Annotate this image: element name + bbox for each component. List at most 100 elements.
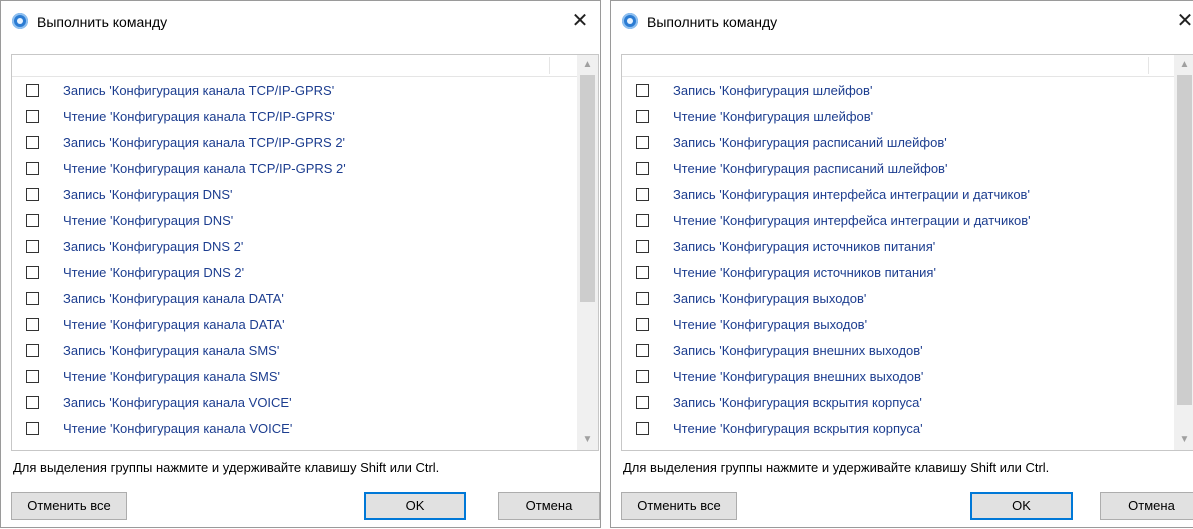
command-row[interactable]: Запись 'Конфигурация канала TCP/IP-GPRS' xyxy=(12,80,578,106)
command-checkbox[interactable] xyxy=(26,136,39,149)
command-row[interactable]: Запись 'Конфигурация канала VOICE' xyxy=(12,392,578,418)
command-label[interactable]: Чтение 'Конфигурация канала VOICE' xyxy=(63,421,292,437)
command-label[interactable]: Чтение 'Конфигурация канала SMS' xyxy=(63,369,280,385)
command-row[interactable]: Чтение 'Конфигурация выходов' xyxy=(622,314,1175,340)
command-list[interactable]: Запись 'Конфигурация шлейфов' Чтение 'Кон… xyxy=(621,54,1193,451)
command-label[interactable]: Запись 'Конфигурация шлейфов' xyxy=(673,83,872,99)
command-checkbox[interactable] xyxy=(26,110,39,123)
command-label[interactable]: Запись 'Конфигурация расписаний шлейфов' xyxy=(673,135,947,151)
command-row[interactable]: Запись 'Конфигурация выходов' xyxy=(622,288,1175,314)
command-label[interactable]: Запись 'Конфигурация источников питания' xyxy=(673,239,935,255)
column-separator[interactable] xyxy=(1148,57,1149,74)
close-icon[interactable]: ✕ xyxy=(566,9,594,33)
command-row[interactable]: Чтение 'Конфигурация канала TCP/IP-GPRS' xyxy=(12,106,578,132)
title-bar[interactable]: Выполнить команду ✕ xyxy=(611,1,1193,41)
command-checkbox[interactable] xyxy=(26,266,39,279)
command-label[interactable]: Запись 'Конфигурация канала VOICE' xyxy=(63,395,292,411)
command-checkbox[interactable] xyxy=(636,162,649,175)
command-checkbox[interactable] xyxy=(636,214,649,227)
title-bar[interactable]: Выполнить команду ✕ xyxy=(1,1,600,41)
command-row[interactable]: Запись 'Конфигурация внешних выходов' xyxy=(622,340,1175,366)
command-checkbox[interactable] xyxy=(26,344,39,357)
command-checkbox[interactable] xyxy=(636,266,649,279)
command-checkbox[interactable] xyxy=(636,370,649,383)
command-row[interactable]: Запись 'Конфигурация расписаний шлейфов' xyxy=(622,132,1175,158)
command-row[interactable]: Запись 'Конфигурация канала SMS' xyxy=(12,340,578,366)
command-checkbox[interactable] xyxy=(636,110,649,123)
command-row[interactable]: Запись 'Конфигурация интерфейса интеграц… xyxy=(622,184,1175,210)
column-separator[interactable] xyxy=(549,57,550,74)
command-checkbox[interactable] xyxy=(26,370,39,383)
command-row[interactable]: Запись 'Конфигурация шлейфов' xyxy=(622,80,1175,106)
command-label[interactable]: Запись 'Конфигурация выходов' xyxy=(673,291,866,307)
command-checkbox[interactable] xyxy=(26,84,39,97)
cancel-button[interactable]: Отмена xyxy=(1100,492,1193,520)
scrollbar-thumb[interactable] xyxy=(580,75,595,302)
command-label[interactable]: Запись 'Конфигурация вскрытия корпуса' xyxy=(673,395,922,411)
command-label[interactable]: Чтение 'Конфигурация канала DATA' xyxy=(63,317,285,333)
deselect-all-button[interactable]: Отменить все xyxy=(11,492,127,520)
command-checkbox[interactable] xyxy=(636,240,649,253)
command-row[interactable]: Чтение 'Конфигурация расписаний шлейфов' xyxy=(622,158,1175,184)
command-row[interactable]: Чтение 'Конфигурация внешних выходов' xyxy=(622,366,1175,392)
command-label[interactable]: Чтение 'Конфигурация интерфейса интеграц… xyxy=(673,213,1031,229)
command-label[interactable]: Запись 'Конфигурация DNS 2' xyxy=(63,239,243,255)
command-checkbox[interactable] xyxy=(636,318,649,331)
command-checkbox[interactable] xyxy=(26,162,39,175)
command-label[interactable]: Запись 'Конфигурация интерфейса интеграц… xyxy=(673,187,1030,203)
command-checkbox[interactable] xyxy=(26,214,39,227)
ok-button[interactable]: OK xyxy=(970,492,1073,520)
vertical-scrollbar[interactable]: ▲ ▼ xyxy=(577,55,598,450)
command-checkbox[interactable] xyxy=(26,240,39,253)
command-label[interactable]: Чтение 'Конфигурация DNS' xyxy=(63,213,233,229)
command-label[interactable]: Чтение 'Конфигурация внешних выходов' xyxy=(673,369,923,385)
command-row[interactable]: Запись 'Конфигурация источников питания' xyxy=(622,236,1175,262)
command-row[interactable]: Чтение 'Конфигурация шлейфов' xyxy=(622,106,1175,132)
command-label[interactable]: Чтение 'Конфигурация DNS 2' xyxy=(63,265,244,281)
command-label[interactable]: Чтение 'Конфигурация выходов' xyxy=(673,317,867,333)
scroll-up-arrow-icon[interactable]: ▲ xyxy=(577,56,598,74)
command-checkbox[interactable] xyxy=(636,292,649,305)
command-row[interactable]: Запись 'Конфигурация канала DATA' xyxy=(12,288,578,314)
command-checkbox[interactable] xyxy=(636,344,649,357)
command-row[interactable]: Запись 'Конфигурация DNS 2' xyxy=(12,236,578,262)
command-row[interactable]: Чтение 'Конфигурация интерфейса интеграц… xyxy=(622,210,1175,236)
command-label[interactable]: Запись 'Конфигурация канала SMS' xyxy=(63,343,279,359)
scroll-up-arrow-icon[interactable]: ▲ xyxy=(1174,56,1193,74)
command-label[interactable]: Запись 'Конфигурация внешних выходов' xyxy=(673,343,923,359)
command-checkbox[interactable] xyxy=(636,422,649,435)
ok-button[interactable]: OK xyxy=(364,492,466,520)
command-row[interactable]: Чтение 'Конфигурация источников питания' xyxy=(622,262,1175,288)
command-label[interactable]: Запись 'Конфигурация DNS' xyxy=(63,187,233,203)
command-row[interactable]: Чтение 'Конфигурация канала TCP/IP-GPRS … xyxy=(12,158,578,184)
command-label[interactable]: Чтение 'Конфигурация канала TCP/IP-GPRS … xyxy=(63,161,346,177)
command-row[interactable]: Запись 'Конфигурация вскрытия корпуса' xyxy=(622,392,1175,418)
scroll-down-arrow-icon[interactable]: ▼ xyxy=(577,431,598,449)
command-row[interactable]: Запись 'Конфигурация канала TCP/IP-GPRS … xyxy=(12,132,578,158)
command-checkbox[interactable] xyxy=(26,188,39,201)
command-checkbox[interactable] xyxy=(26,422,39,435)
command-label[interactable]: Запись 'Конфигурация канала DATA' xyxy=(63,291,284,307)
command-label[interactable]: Чтение 'Конфигурация расписаний шлейфов' xyxy=(673,161,947,177)
command-label[interactable]: Чтение 'Конфигурация вскрытия корпуса' xyxy=(673,421,923,437)
deselect-all-button[interactable]: Отменить все xyxy=(621,492,737,520)
command-list[interactable]: Запись 'Конфигурация канала TCP/IP-GPRS'… xyxy=(11,54,599,451)
cancel-button[interactable]: Отмена xyxy=(498,492,600,520)
command-checkbox[interactable] xyxy=(636,84,649,97)
command-row[interactable]: Чтение 'Конфигурация DNS' xyxy=(12,210,578,236)
command-label[interactable]: Чтение 'Конфигурация шлейфов' xyxy=(673,109,873,125)
scroll-down-arrow-icon[interactable]: ▼ xyxy=(1174,431,1193,449)
command-label[interactable]: Чтение 'Конфигурация источников питания' xyxy=(673,265,936,281)
command-row[interactable]: Чтение 'Конфигурация вскрытия корпуса' xyxy=(622,418,1175,444)
command-row[interactable]: Чтение 'Конфигурация канала VOICE' xyxy=(12,418,578,444)
close-icon[interactable]: ✕ xyxy=(1171,9,1193,33)
command-row[interactable]: Чтение 'Конфигурация канала SMS' xyxy=(12,366,578,392)
command-checkbox[interactable] xyxy=(26,396,39,409)
command-checkbox[interactable] xyxy=(636,136,649,149)
command-row[interactable]: Чтение 'Конфигурация канала DATA' xyxy=(12,314,578,340)
command-checkbox[interactable] xyxy=(636,396,649,409)
scrollbar-thumb[interactable] xyxy=(1177,75,1192,405)
command-row[interactable]: Чтение 'Конфигурация DNS 2' xyxy=(12,262,578,288)
command-row[interactable]: Запись 'Конфигурация DNS' xyxy=(12,184,578,210)
command-checkbox[interactable] xyxy=(26,292,39,305)
